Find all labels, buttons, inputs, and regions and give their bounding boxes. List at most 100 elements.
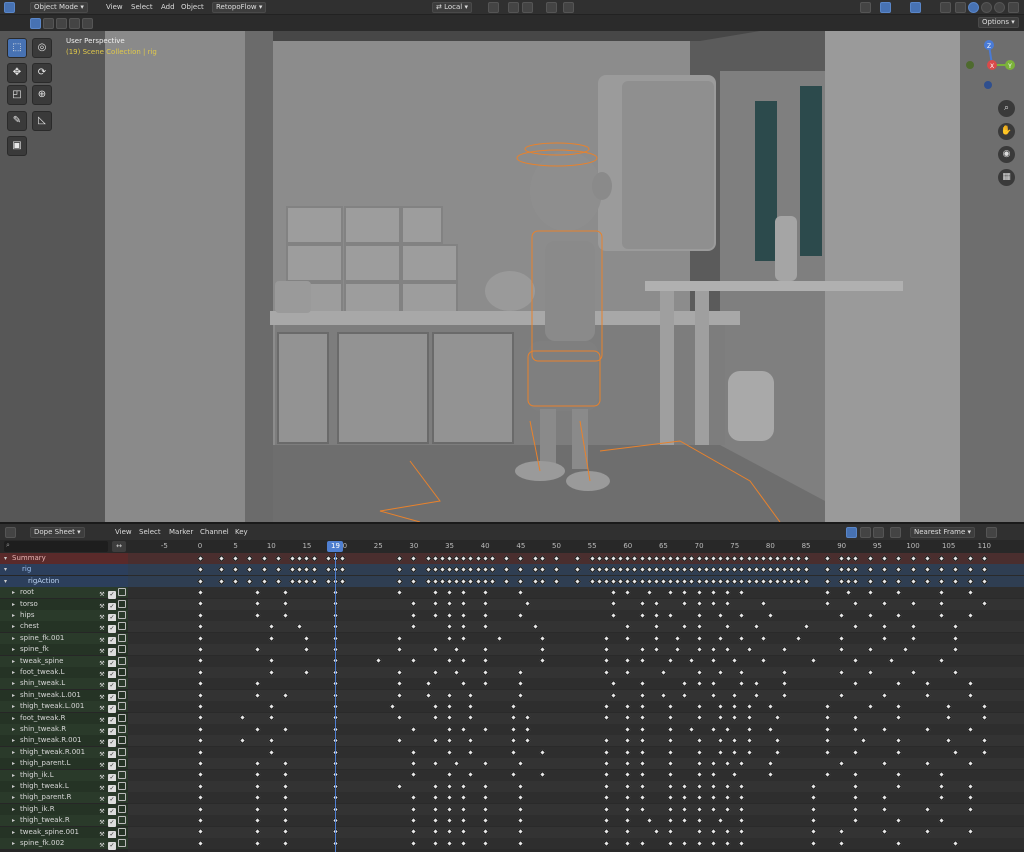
shading-solid-icon[interactable]: [968, 2, 979, 13]
shading-wireframe-icon[interactable]: [955, 2, 966, 13]
lock-icon[interactable]: [118, 782, 126, 790]
expand-toggle-icon[interactable]: ▸: [12, 633, 15, 644]
lock-icon[interactable]: [118, 736, 126, 745]
expand-toggle-icon[interactable]: ▸: [12, 827, 15, 838]
expand-toggle-icon[interactable]: ▸: [12, 701, 15, 712]
expand-toggle-icon[interactable]: ▸: [12, 781, 15, 792]
move-tool[interactable]: ✥: [7, 63, 27, 83]
zoom-icon[interactable]: ⌕: [998, 100, 1015, 117]
lock-icon[interactable]: [118, 713, 126, 722]
channel-row[interactable]: ▾ rigAction: [0, 575, 128, 587]
shading-material-icon[interactable]: [981, 2, 992, 13]
lock-icon[interactable]: [118, 702, 126, 711]
channel-row[interactable]: ▸ shin_tweak.L.001 ⚒ ✓: [0, 689, 128, 702]
lock-icon[interactable]: [118, 622, 126, 631]
grid-icon[interactable]: ▦: [998, 169, 1015, 186]
select-mode-invert-icon[interactable]: [69, 18, 80, 29]
expand-toggle-icon[interactable]: ▸: [12, 690, 15, 701]
lock-icon[interactable]: [118, 645, 126, 654]
expand-toggle-icon[interactable]: ▸: [12, 587, 15, 598]
camera-icon[interactable]: ◉: [998, 146, 1015, 163]
expand-toggle-icon[interactable]: ▸: [12, 667, 15, 678]
add-cube-tool[interactable]: ▣: [7, 136, 27, 156]
select-box-tool[interactable]: ⬚: [7, 38, 27, 58]
lock-icon[interactable]: [118, 725, 126, 733]
channel-row[interactable]: ▸ thigh_tweak.L ⚒ ✓: [0, 781, 128, 793]
editor-type-icon[interactable]: [4, 2, 15, 13]
lock-icon[interactable]: [118, 588, 126, 597]
frame-ruler[interactable]: -505101520253035404550556065707580859095…: [128, 540, 1024, 553]
show-hidden-icon[interactable]: [860, 527, 871, 538]
channel-row[interactable]: ▸ foot_tweak.R ⚒ ✓: [0, 712, 128, 725]
expand-toggle-icon[interactable]: ▸: [12, 724, 15, 735]
lock-icon[interactable]: [118, 633, 126, 642]
channel-row[interactable]: ▸ shin_tweak.R ⚒ ✓: [0, 724, 128, 736]
menu-add[interactable]: Add: [158, 2, 178, 13]
dopesheet-mode-dropdown[interactable]: Dope Sheet ▾: [30, 527, 85, 538]
snap-dropdown[interactable]: Nearest Frame ▾: [910, 527, 976, 538]
pivot-icon[interactable]: [488, 2, 499, 13]
object-mode-dropdown[interactable]: Object Mode ▾: [30, 2, 88, 13]
select-mode-intersect-icon[interactable]: [82, 18, 93, 29]
expand-toggle-icon[interactable]: ▸: [12, 792, 15, 803]
lock-icon[interactable]: [118, 747, 126, 756]
snap-target-icon[interactable]: [522, 2, 533, 13]
snap-icon[interactable]: [508, 2, 519, 13]
expand-toggle-icon[interactable]: ▸: [12, 644, 15, 655]
lock-icon[interactable]: [118, 770, 126, 779]
expand-toggle-icon[interactable]: ▸: [12, 599, 15, 610]
channel-row[interactable]: ▸ torso ⚒ ✓: [0, 598, 128, 611]
ds-menu-marker[interactable]: Marker: [166, 527, 196, 538]
expand-toggle-icon[interactable]: ▸: [12, 838, 15, 849]
visibility-icon[interactable]: [860, 2, 871, 13]
menu-object[interactable]: Object: [178, 2, 207, 13]
channel-row[interactable]: ▸ shin_tweak.L ⚒ ✓: [0, 678, 128, 691]
sync-scroll-icon[interactable]: ↔: [112, 541, 126, 552]
lock-icon[interactable]: [118, 793, 126, 802]
gizmo-icon[interactable]: [880, 2, 891, 13]
channel-row[interactable]: ▸ thigh_ik.L ⚒ ✓: [0, 769, 128, 782]
current-frame-indicator[interactable]: 19: [327, 541, 344, 552]
channel-row[interactable]: ▸ thigh_tweak.L.001 ⚒ ✓: [0, 701, 128, 714]
navigation-gizmo[interactable]: Z Y X: [960, 35, 1024, 99]
wrench-icon[interactable]: ⚒: [98, 842, 106, 850]
channel-row[interactable]: ▸ thigh_tweak.R.001 ⚒ ✓: [0, 746, 128, 759]
menu-select[interactable]: Select: [128, 2, 156, 13]
expand-toggle-icon[interactable]: ▸: [12, 678, 15, 689]
lock-icon[interactable]: [118, 759, 126, 768]
shading-rendered-icon[interactable]: [994, 2, 1005, 13]
channel-row[interactable]: ▸ tweak_spine.001 ⚒ ✓: [0, 826, 128, 839]
channel-row[interactable]: ▸ spine_fk.002 ⚒ ✓: [0, 838, 128, 850]
proportional-edit-icon[interactable]: [546, 2, 557, 13]
channel-row[interactable]: ▸ root ⚒ ✓: [0, 587, 128, 600]
select-mode-subtract-icon[interactable]: [56, 18, 67, 29]
ds-menu-key[interactable]: Key: [232, 527, 251, 538]
hand-icon[interactable]: ✋: [998, 123, 1015, 140]
falloff-icon[interactable]: [563, 2, 574, 13]
lock-icon[interactable]: [118, 804, 126, 813]
channel-row[interactable]: ▸ spine_fk ⚒ ✓: [0, 644, 128, 657]
retopoflow-menu[interactable]: RetopoFlow ▾: [212, 2, 267, 13]
3d-viewport[interactable]: ⬚ ◎ ✥ ⟳ ◰ ⊕ ✎ ◺ ▣ User Perspective (19) …: [0, 31, 1024, 522]
options-dropdown[interactable]: Options ▾: [978, 17, 1019, 28]
keyframe-area[interactable]: [128, 553, 1024, 852]
channel-row[interactable]: ▸ hips ⚒ ✓: [0, 610, 128, 622]
dopesheet-editor-icon[interactable]: [5, 527, 16, 538]
filter-icon[interactable]: [890, 527, 901, 538]
expand-toggle-icon[interactable]: ▸: [12, 713, 15, 724]
lock-icon[interactable]: [118, 690, 126, 699]
expand-toggle-icon[interactable]: ▾: [4, 553, 7, 564]
scale-tool[interactable]: ◰: [7, 85, 27, 105]
expand-toggle-icon[interactable]: ▾: [4, 576, 7, 587]
ds-menu-channel[interactable]: Channel: [197, 527, 232, 538]
shading-options-icon[interactable]: [1008, 2, 1019, 13]
lock-icon[interactable]: [118, 839, 126, 847]
transform-tool[interactable]: ⊕: [32, 85, 52, 105]
expand-toggle-icon[interactable]: ▸: [12, 770, 15, 781]
select-mode-extend-icon[interactable]: [43, 18, 54, 29]
menu-view[interactable]: View: [103, 2, 126, 13]
lock-icon[interactable]: [118, 599, 126, 608]
channel-row[interactable]: ▸ foot_tweak.L ⚒ ✓: [0, 667, 128, 679]
lock-icon[interactable]: [118, 611, 126, 619]
proportional-icon[interactable]: [986, 527, 997, 538]
